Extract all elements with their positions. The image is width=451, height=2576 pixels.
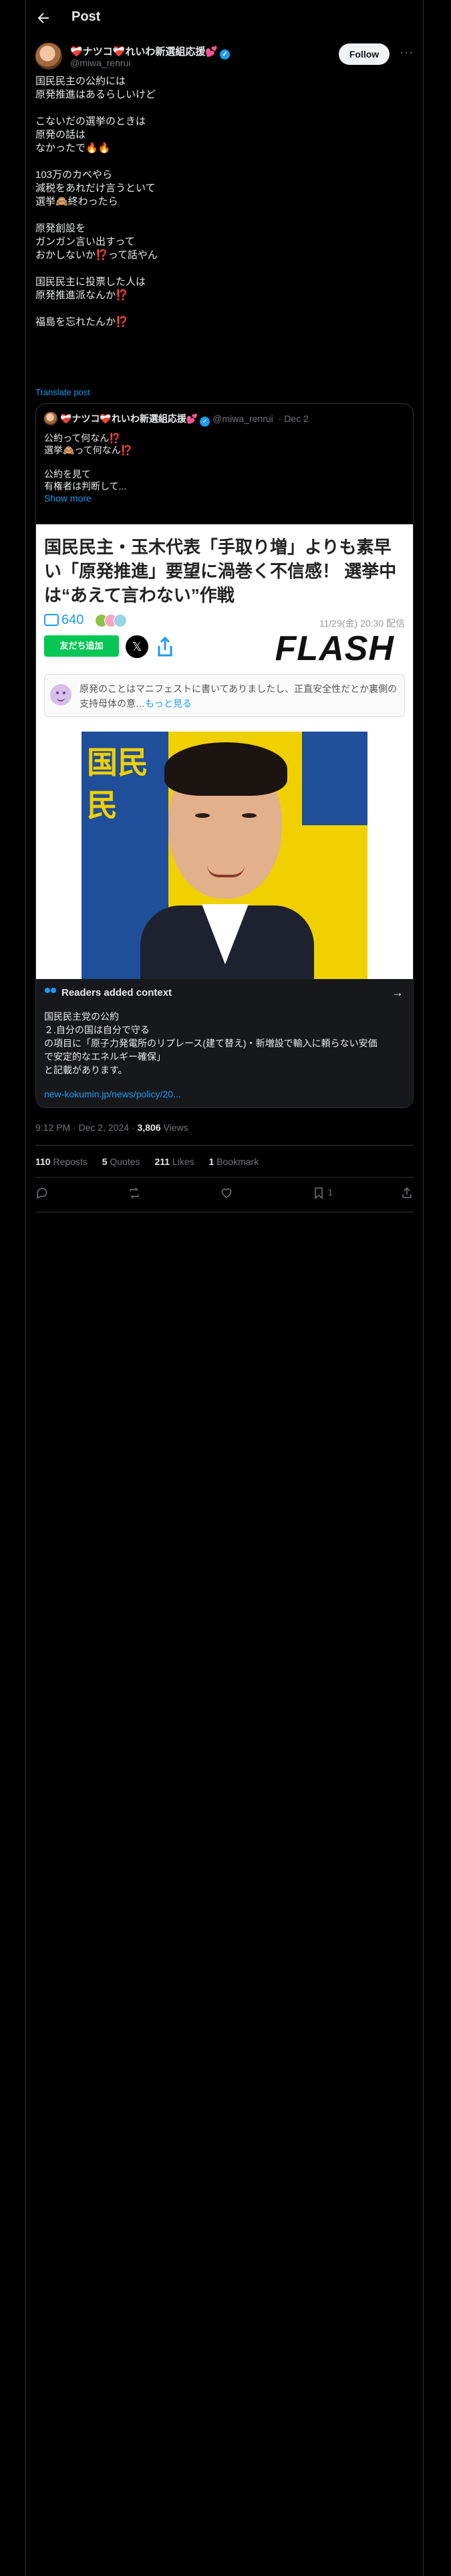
verified-badge-icon: ✓ [220,49,231,60]
quote-body: 公約って何なん⁉️ 選挙🙈って何なん⁉️ 公約を見て有権者は判断して... Show… [44,432,405,504]
likes-stat[interactable]: 211 Likes [154,1156,194,1167]
post-text-line: こないだの選挙のときは [35,116,146,127]
context-link[interactable]: new-kokumin.jp/news/policy/20... [44,1089,181,1099]
reply-icon[interactable] [35,1186,49,1201]
quoted-post[interactable]: ❤️‍🩹ナツコ❤️‍🩹れいわ新選組応援💕 ✓ @miwa_renrui · Dec … [35,403,414,1108]
post-text-line: 原発の話は [35,129,86,140]
views-count: 3,806 [137,1122,161,1133]
author-name[interactable]: ❤️‍🩹ナツコ❤️‍🩹れいわ新選組応援💕 [70,46,218,58]
people-icon [44,988,57,997]
post-meta: 9:12 PM · Dec 2, 2024 · 3,806 Views [35,1122,188,1133]
context-line: と記載があります。 [44,1065,128,1075]
post-text-line: 国民民主に投票した人は [35,276,146,288]
post-text-line [35,302,410,316]
post-text-line: 選挙🙈終わったら [35,196,118,207]
divider [35,1177,414,1178]
bookmark-button[interactable]: 1 [312,1186,333,1201]
reaction-icon [114,614,127,627]
share-icon [158,636,172,657]
article-title: 国民民主・玉木代表「手取り増」よりも素早い「原発推進」要望に渦巻く不信感！ 選挙… [44,537,397,605]
follow-button[interactable]: Follow [339,43,390,65]
like-icon[interactable] [220,1186,233,1201]
comment-icon [44,614,59,626]
top-bar: Post [26,0,423,35]
bookmark-icon [315,1187,323,1200]
flash-logo: FLASH [275,629,394,668]
line-add-friend-button: 友だち追加 [44,635,119,657]
post-text-line [35,209,410,222]
quote-avatar [44,412,57,425]
photo-hair [164,742,287,796]
post-text-line: 国民民主の公約には [35,76,126,87]
bookmarks-stat[interactable]: 1 Bookmark [209,1156,259,1167]
post-text-line: ガンガン言い出すって [35,236,135,247]
post-text-line: 103万のカベやら [35,169,113,181]
quote-handle: @miwa_renrui [212,413,273,424]
action-bar: 1 [35,1185,414,1205]
context-line: で安定的なエネルギー確保」 [44,1051,166,1062]
author-handle[interactable]: @miwa_renrui [70,58,130,68]
context-line: の項目に「原子力発電所のリプレース(建て替え)・新増設で輸入に頼らない安価 [44,1038,378,1049]
reaction-icons [95,614,135,627]
post-text-line: おかしないか⁉️って話やん [35,249,158,261]
quote-text-line: 公約を見て [44,469,91,479]
post-text-line [35,155,410,169]
context-line: 国民民主党の公約 [44,1011,119,1022]
context-line: ２.自分の国は自分で守る [44,1025,150,1035]
post-text-line: 原発創設を [35,223,86,234]
translate-post-link[interactable]: Translate post [35,387,90,397]
repost-icon[interactable] [128,1186,141,1201]
arrow-right-icon[interactable]: → [392,986,404,1000]
readers-added-context[interactable]: Readers added context → 国民民主党の公約 ２.自分の国は自… [36,979,413,1107]
quote-header: ❤️‍🩹ナツコ❤️‍🩹れいわ新選組応援💕 ✓ @miwa_renrui · Dec … [44,412,309,427]
post-time[interactable]: 9:12 PM · Dec 2, 2024 · [35,1122,138,1133]
comment-count: 640 [44,613,84,628]
verified-badge-icon: ✓ [200,417,210,427]
post-body: 国民民主の公約には原発推進はあるらしいけど こないだの選挙のときは 原発の話はなかっ… [35,75,410,329]
reposts-stat[interactable]: 110 Reposts [35,1156,88,1167]
post-text-line: なかったで🔥🔥 [35,142,111,154]
post-text-line [35,262,410,276]
photo-eye [195,813,210,818]
photo-banner-right [302,732,367,825]
share-post-icon[interactable] [400,1186,414,1201]
article-comment-preview: 原発のことはマニフェストに書いてありましたし、正直安全性だとか裏側の支持母体の意… [44,674,405,717]
x-share-icon: 𝕏 [126,635,148,658]
photo-eye [242,813,257,818]
engagement-stats: 110 Reposts 5 Quotes 211 Likes 1 Bookmar… [35,1156,271,1167]
article-photo: 国民民 [82,732,367,979]
post-text-line: 原発推進はあるらしいけど [35,89,156,100]
commenter-avatar-icon [50,684,71,706]
more-options-icon[interactable]: ··· [400,45,414,60]
bookmark-count: 1 [327,1187,333,1198]
quote-text-line [44,456,405,468]
quotes-stat[interactable]: 5 Quotes [102,1156,140,1167]
context-title: Readers added context [44,987,172,998]
page-title: Post [71,9,101,24]
article-date: 11/29(金) 20:30 配信 [319,618,405,629]
quote-text-line: 選挙🙈って何なん⁉️ [44,445,133,455]
post-text-line [35,102,410,115]
post-text-line: 原発推進派なんか⁉️ [35,290,128,301]
divider [35,1145,414,1146]
quote-author-name: ❤️‍🩹ナツコ❤️‍🩹れいわ新選組応援💕 [60,413,198,424]
back-arrow-icon[interactable] [35,10,51,26]
avatar[interactable] [35,43,62,70]
article-screenshot[interactable]: 国民民主・玉木代表「手取り増」よりも素早い「原発推進」要望に渦巻く不信感！ 選挙… [36,524,413,979]
quote-text-line: 有権者は判断して... [44,481,127,492]
comment-text: 原発のことはマニフェストに書いてありましたし、正直安全性だとか裏側の支持母体の意… [80,683,398,709]
author-row: ❤️‍🩹ナツコ❤️‍🩹れいわ新選組応援💕 ✓ @miwa_renrui Follo… [35,43,414,72]
context-body: 国民民主党の公約 ２.自分の国は自分で守るの項目に「原子力発電所のリプレース(建て… [44,1010,405,1077]
post-text-line: 減税をあれだけ言うといて [35,183,156,194]
quote-text-line: 公約って何なん⁉️ [44,433,121,443]
show-more-link[interactable]: Show more [44,492,405,504]
quote-date: · Dec 2 [278,413,309,424]
post-text-line: 福島を忘れたんか⁉️ [35,316,128,328]
post-column: Post ❤️‍🩹ナツコ❤️‍🩹れいわ新選組応援💕 ✓ @miwa_renrui … [25,0,424,2576]
